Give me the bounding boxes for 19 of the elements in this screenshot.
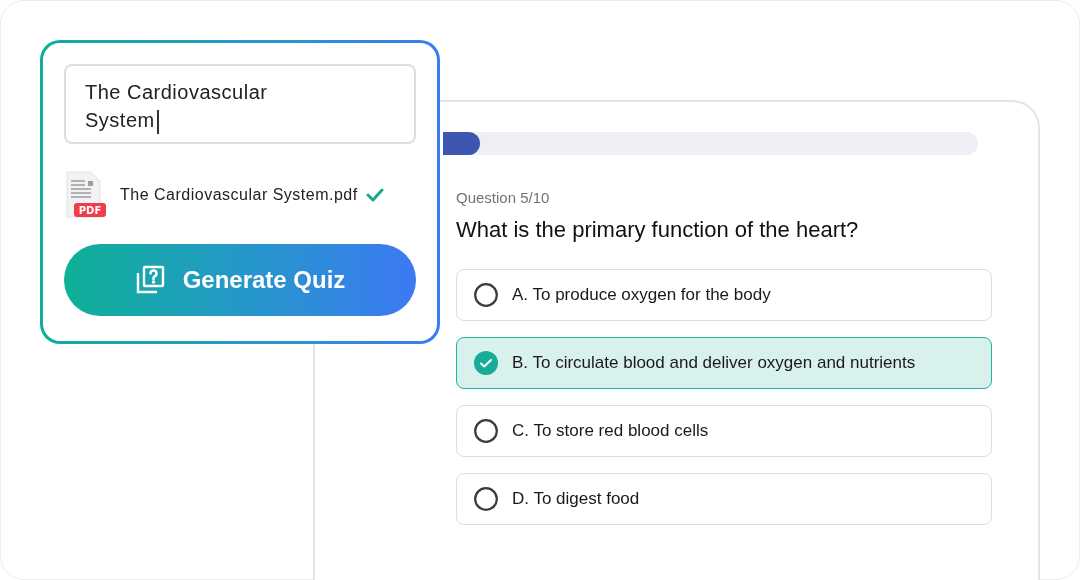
answer-option[interactable]: D. To digest food [456,473,992,525]
question-counter: Question 5/10 [456,188,551,208]
question-text: What is the primary function of the heart? [456,216,860,244]
answer-option[interactable]: C. To store red blood cells [456,405,992,457]
radio-icon [474,419,498,443]
option-label: A. To produce oxygen for the body [512,284,771,307]
generate-quiz-button[interactable]: Generate Quiz [64,244,416,316]
option-label: B. To circulate blood and deliver oxygen and nutrients [512,352,916,375]
text-cursor [156,109,159,134]
topic-field[interactable]: The Cardiovascular System [64,64,416,144]
quiz-icon [134,265,165,295]
radio-icon [474,283,498,307]
answer-option[interactable]: A. To produce oxygen for the body [456,269,992,321]
radio-icon [474,487,498,511]
checked-radio-icon [474,351,498,375]
option-label: C. To store red blood cells [512,420,709,443]
answer-option[interactable]: B. To circulate blood and deliver oxygen and nutrients [456,337,992,389]
option-label: D. To digest food [512,488,640,511]
file-name: The Cardiovascular System.pdf [120,185,358,205]
